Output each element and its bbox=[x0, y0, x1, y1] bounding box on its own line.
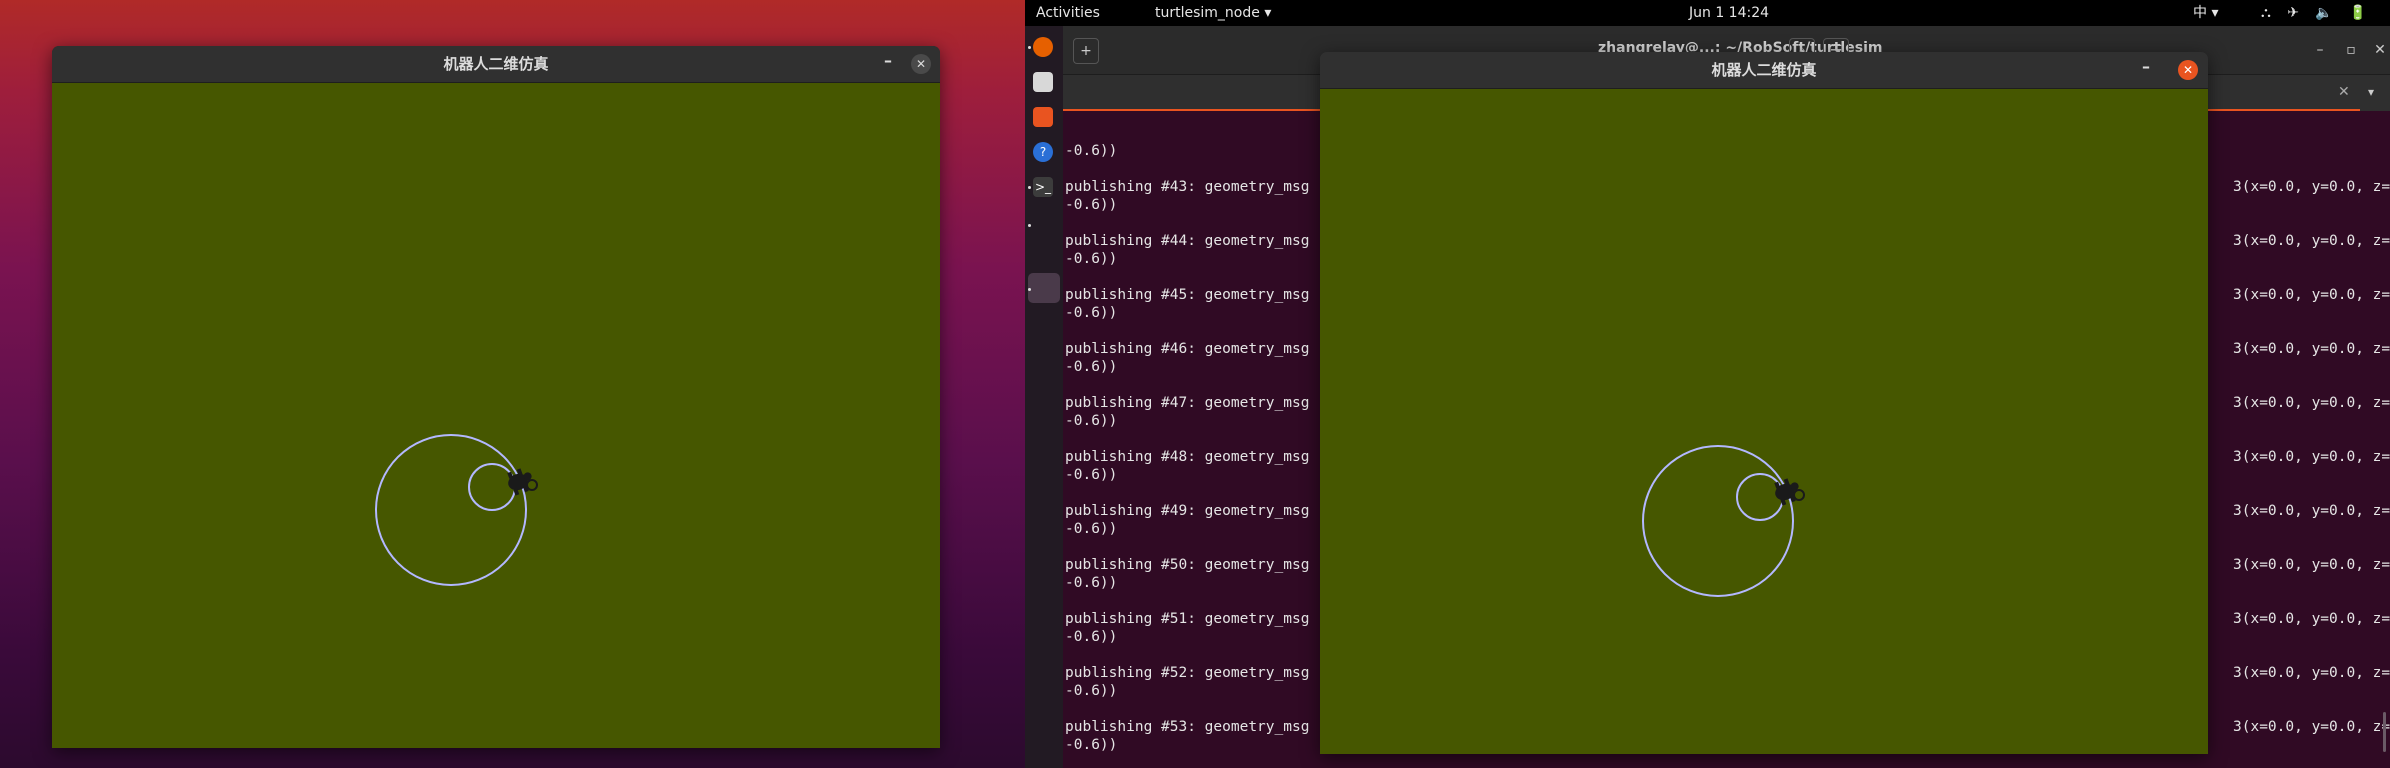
output-line-continuation: -0.6)) bbox=[1065, 305, 1118, 321]
turtle-icon bbox=[507, 468, 532, 496]
turtlesim-canvas bbox=[52, 83, 940, 748]
close-button[interactable]: ✕ bbox=[2368, 38, 2390, 62]
running-indicator bbox=[1028, 224, 1031, 227]
files-icon[interactable] bbox=[1033, 72, 1053, 92]
window-title: 机器人二维仿真 bbox=[1711, 61, 1817, 79]
help-icon[interactable]: ? bbox=[1033, 142, 1053, 162]
running-indicator bbox=[1028, 288, 1031, 291]
software-icon[interactable] bbox=[1033, 107, 1053, 127]
minimize-button[interactable]: – bbox=[878, 53, 898, 74]
app-menu-button[interactable]: turtlesim_node ▾ bbox=[1155, 0, 1271, 26]
output-line: publishing #50: geometry_msg bbox=[1065, 557, 1310, 573]
output-line-continuation: -0.6)) bbox=[1065, 359, 1118, 375]
output-line: publishing #48: geometry_msg bbox=[1065, 449, 1310, 465]
turtle-trail bbox=[1642, 445, 1805, 597]
close-button[interactable]: ✕ bbox=[911, 54, 931, 74]
window-titlebar[interactable]: 机器人二维仿真 – ✕ bbox=[1320, 52, 2208, 89]
turtlesim-window-left[interactable]: 机器人二维仿真 – ✕ bbox=[52, 46, 940, 748]
window-title: 机器人二维仿真 bbox=[443, 55, 549, 73]
output-line-continuation: -0.6)) bbox=[1065, 413, 1118, 429]
clock[interactable]: Jun 1 14:24 bbox=[1689, 0, 1769, 26]
turtlesim-window-right[interactable]: 机器人二维仿真 – ✕ bbox=[1320, 52, 2208, 754]
output-line: publishing #51: geometry_msg bbox=[1065, 611, 1310, 627]
output-line-tail: 3(x=0.0, y=0.0, z= bbox=[2233, 719, 2390, 735]
firefox-icon[interactable] bbox=[1033, 37, 1053, 57]
output-line-tail: 3(x=0.0, y=0.0, z= bbox=[2233, 395, 2390, 411]
output-line: publishing #47: geometry_msg bbox=[1065, 395, 1310, 411]
output-line-continuation: -0.6)) bbox=[1065, 197, 1118, 213]
output-line-tail: 3(x=0.0, y=0.0, z= bbox=[2233, 449, 2390, 465]
activities-button[interactable]: Activities bbox=[1036, 0, 1100, 26]
maximize-button[interactable]: ▫ bbox=[2339, 38, 2363, 62]
output-line: publishing #45: geometry_msg bbox=[1065, 287, 1310, 303]
output-line: publishing #52: geometry_msg bbox=[1065, 665, 1310, 681]
turtle-trail-large-circle bbox=[1642, 445, 1794, 597]
top-bar: Activities turtlesim_node ▾ Jun 1 14:24 … bbox=[1025, 0, 2390, 47]
tab-menu-button[interactable]: ▾ bbox=[2368, 75, 2374, 109]
turtlesim-canvas bbox=[1320, 89, 2208, 754]
output-line-continuation: -0.6)) bbox=[1065, 467, 1118, 483]
terminal-icon[interactable]: >_ bbox=[1033, 177, 1053, 197]
running-indicator bbox=[1028, 46, 1031, 49]
output-line-continuation: -0.6)) bbox=[1065, 575, 1118, 591]
running-indicator bbox=[1028, 186, 1031, 189]
output-line-continuation: -0.6)) bbox=[1065, 737, 1118, 753]
output-line-continuation: -0.6)) bbox=[1065, 629, 1118, 645]
output-line: publishing #44: geometry_msg bbox=[1065, 233, 1310, 249]
turtle-trail-small-circle bbox=[468, 463, 516, 511]
output-line: publishing #49: geometry_msg bbox=[1065, 503, 1310, 519]
minimize-button[interactable]: – bbox=[2308, 38, 2332, 62]
output-line-continuation: -0.6)) bbox=[1065, 251, 1118, 267]
input-method-indicator[interactable]: 中 ▾ bbox=[2193, 0, 2218, 26]
output-line-tail: 3(x=0.0, y=0.0, z= bbox=[2233, 557, 2390, 573]
left-desktop: 机器人二维仿真 – ✕ bbox=[0, 0, 1025, 768]
output-line: publishing #46: geometry_msg bbox=[1065, 341, 1310, 357]
output-line-tail: 3(x=0.0, y=0.0, z= bbox=[2233, 503, 2390, 519]
output-line-tail: 3(x=0.0, y=0.0, z= bbox=[2233, 179, 2390, 195]
turtle-trail-small-circle bbox=[1736, 473, 1784, 521]
new-tab-button[interactable]: + bbox=[1073, 38, 1099, 64]
tab-close-button[interactable]: ✕ bbox=[2338, 75, 2350, 109]
output-line: publishing #53: geometry_msg bbox=[1065, 719, 1310, 735]
output-line: publishing #43: geometry_msg bbox=[1065, 179, 1310, 195]
dock: ? >_ ⋮⋮⋮ bbox=[1025, 26, 1077, 768]
output-line: -0.6)) bbox=[1065, 143, 1118, 159]
output-line-tail: 3(x=0.0, y=0.0, z= bbox=[2233, 287, 2390, 303]
output-line-tail: 3(x=0.0, y=0.0, z= bbox=[2233, 233, 2390, 249]
turtle-tail bbox=[1793, 489, 1805, 501]
output-line-tail: 3(x=0.0, y=0.0, z= bbox=[2233, 665, 2390, 681]
window-titlebar[interactable]: 机器人二维仿真 – ✕ bbox=[52, 46, 940, 83]
output-line-continuation: -0.6)) bbox=[1065, 683, 1118, 699]
output-line-tail: 3(x=0.0, y=0.0, z= bbox=[2233, 341, 2390, 357]
dock-active-app[interactable] bbox=[1028, 273, 1060, 303]
output-line-continuation: -0.6)) bbox=[1065, 521, 1118, 537]
minimize-button[interactable]: – bbox=[2136, 59, 2156, 80]
close-button[interactable]: ✕ bbox=[2178, 60, 2198, 80]
turtle-trail bbox=[375, 434, 538, 586]
terminal-scrollbar[interactable] bbox=[2383, 712, 2386, 752]
turtle-tail bbox=[526, 479, 538, 491]
turtle-trail-large-circle bbox=[375, 434, 527, 586]
output-line-tail: 3(x=0.0, y=0.0, z= bbox=[2233, 611, 2390, 627]
